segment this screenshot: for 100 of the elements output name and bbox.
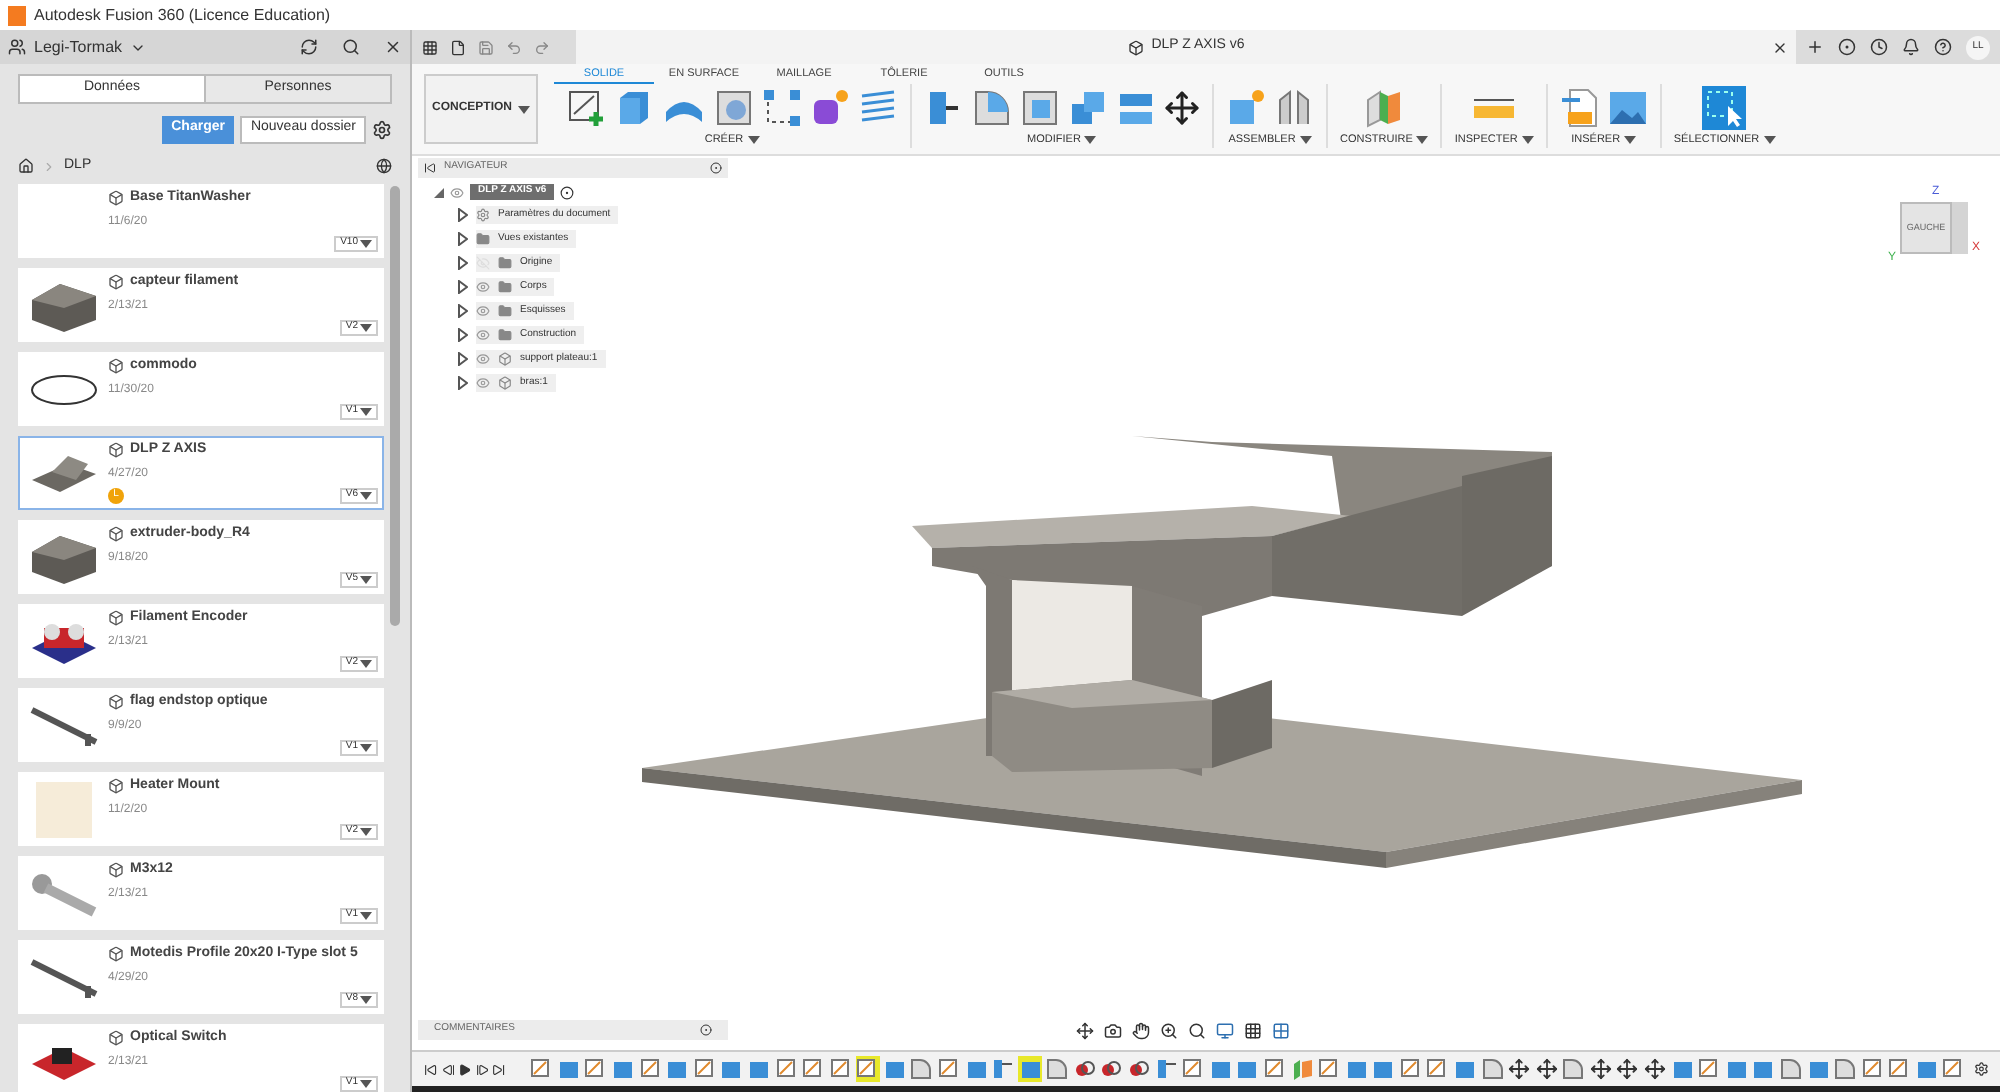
close-icon[interactable] xyxy=(384,38,402,56)
pattern-icon[interactable] xyxy=(762,88,802,128)
extrude-feature-icon[interactable] xyxy=(1345,1058,1368,1080)
extrude-feature-icon[interactable] xyxy=(1453,1058,1476,1080)
close-icon[interactable] xyxy=(1772,39,1788,55)
plane-feature-icon[interactable] xyxy=(1291,1058,1314,1080)
sketch-feature-icon[interactable] xyxy=(1888,1058,1911,1080)
sketch-feature-icon[interactable] xyxy=(938,1058,960,1080)
sketch-icon[interactable] xyxy=(566,88,606,128)
sketch-feature-icon[interactable] xyxy=(1318,1058,1341,1080)
select-icon[interactable] xyxy=(1702,86,1747,130)
extrude-feature-icon[interactable] xyxy=(965,1058,988,1080)
extrude-feature-icon[interactable] xyxy=(1725,1058,1748,1080)
grid-icon[interactable] xyxy=(422,39,438,55)
sketch-feature-icon[interactable] xyxy=(584,1058,607,1080)
display-icon[interactable] xyxy=(1216,1022,1234,1040)
extrude-feature-icon[interactable] xyxy=(720,1058,743,1080)
press-pull-feature-icon[interactable] xyxy=(1155,1058,1178,1080)
sketch-feature-icon[interactable] xyxy=(530,1058,553,1080)
file-icon[interactable] xyxy=(450,39,466,55)
pan-icon[interactable] xyxy=(1132,1022,1150,1040)
grid-icon[interactable] xyxy=(1244,1022,1262,1040)
extrude-feature-icon[interactable] xyxy=(666,1058,689,1080)
plane-icon[interactable] xyxy=(1364,88,1405,128)
press-pull-feature-icon[interactable] xyxy=(992,1058,1015,1080)
extrude-feature-icon[interactable] xyxy=(1807,1058,1829,1080)
help-icon[interactable] xyxy=(1934,38,1952,56)
sketch-feature-icon[interactable] xyxy=(856,1058,879,1080)
sketch-feature-icon[interactable] xyxy=(1861,1058,1884,1080)
extrude-feature-icon[interactable] xyxy=(612,1058,635,1080)
fillet-feature-icon[interactable] xyxy=(1481,1058,1504,1080)
combine-feature-icon[interactable] xyxy=(1128,1058,1151,1080)
eye-icon[interactable] xyxy=(476,328,490,342)
sketch-feature-icon[interactable] xyxy=(639,1058,662,1080)
scrollbar[interactable] xyxy=(390,186,400,626)
sketch-feature-icon[interactable] xyxy=(802,1058,825,1080)
fit-icon[interactable] xyxy=(1188,1022,1206,1040)
fillet-feature-icon[interactable] xyxy=(1779,1058,1802,1080)
new-component-icon[interactable] xyxy=(1226,88,1266,128)
insert-file-icon[interactable] xyxy=(1559,88,1600,128)
sketch-feature-icon[interactable] xyxy=(693,1058,716,1080)
eye-icon[interactable] xyxy=(450,185,464,199)
two-boxes-icon[interactable] xyxy=(1068,88,1108,128)
home-icon[interactable] xyxy=(18,158,34,174)
sketch-feature-icon[interactable] xyxy=(1263,1058,1286,1080)
extrude-feature-icon[interactable] xyxy=(1236,1058,1259,1080)
camera-icon[interactable] xyxy=(1104,1022,1122,1040)
move-feature-icon[interactable] xyxy=(1644,1058,1667,1080)
sketch-feature-icon[interactable] xyxy=(1182,1058,1205,1080)
box-icon[interactable] xyxy=(614,88,654,128)
sketch-feature-icon[interactable] xyxy=(775,1058,798,1080)
last-step-icon[interactable] xyxy=(492,1061,507,1077)
next-step-icon[interactable] xyxy=(475,1061,489,1077)
viewports-icon[interactable] xyxy=(1272,1022,1290,1040)
combine-feature-icon[interactable] xyxy=(1073,1058,1096,1080)
extrude-feature-icon[interactable] xyxy=(557,1058,580,1080)
redo-icon[interactable] xyxy=(534,39,550,55)
collapse-icon[interactable] xyxy=(424,162,436,174)
combine-feature-icon[interactable] xyxy=(1100,1058,1123,1080)
extrude-feature-icon[interactable] xyxy=(1915,1058,1938,1080)
new-tab-icon[interactable] xyxy=(1806,38,1824,56)
undo-icon[interactable] xyxy=(506,39,522,55)
eye-icon[interactable] xyxy=(476,304,490,318)
clock-icon[interactable] xyxy=(1870,38,1888,56)
search-icon[interactable] xyxy=(342,38,360,56)
extrude-feature-icon[interactable] xyxy=(883,1058,906,1080)
fillet-feature-icon[interactable] xyxy=(1834,1058,1857,1080)
extrude-feature-icon[interactable] xyxy=(1209,1058,1232,1080)
first-step-icon[interactable] xyxy=(424,1061,438,1077)
save-icon[interactable] xyxy=(478,39,494,55)
move-feature-icon[interactable] xyxy=(1616,1058,1639,1080)
sketch-feature-icon[interactable] xyxy=(829,1058,852,1080)
eye-icon[interactable] xyxy=(476,280,490,294)
bell-icon[interactable] xyxy=(1902,38,1920,56)
play-icon[interactable] xyxy=(458,1061,472,1077)
fillet-icon[interactable] xyxy=(972,88,1012,128)
extrude-feature-icon[interactable] xyxy=(1372,1058,1395,1080)
zoom-icon[interactable] xyxy=(1160,1022,1178,1040)
sketch-feature-icon[interactable] xyxy=(1698,1058,1721,1080)
activate-icon[interactable] xyxy=(560,185,575,199)
move-feature-icon[interactable] xyxy=(1508,1058,1531,1080)
extrude-feature-icon[interactable] xyxy=(747,1058,770,1080)
fillet-feature-icon[interactable] xyxy=(1046,1058,1069,1080)
sketch-feature-icon[interactable] xyxy=(1942,1058,1965,1080)
settings-icon[interactable] xyxy=(1973,1060,1989,1078)
fillet-feature-icon[interactable] xyxy=(910,1058,933,1080)
extrude-feature-icon[interactable] xyxy=(1752,1058,1775,1080)
hole-icon[interactable] xyxy=(714,88,754,128)
previous-step-icon[interactable] xyxy=(441,1061,455,1077)
press-pull-icon[interactable] xyxy=(924,88,964,128)
settings-icon[interactable] xyxy=(372,119,392,139)
joint-icon[interactable] xyxy=(1274,88,1314,128)
cube-spark-icon[interactable] xyxy=(810,88,850,128)
fillet-feature-icon[interactable] xyxy=(1562,1058,1585,1080)
image-icon[interactable] xyxy=(1607,88,1648,128)
eye-icon[interactable] xyxy=(476,376,490,390)
team-name[interactable]: Legi-Tormak xyxy=(34,35,123,59)
eye-icon[interactable] xyxy=(476,352,490,366)
shell-icon[interactable] xyxy=(1020,88,1060,128)
move-feature-icon[interactable] xyxy=(1535,1058,1558,1080)
